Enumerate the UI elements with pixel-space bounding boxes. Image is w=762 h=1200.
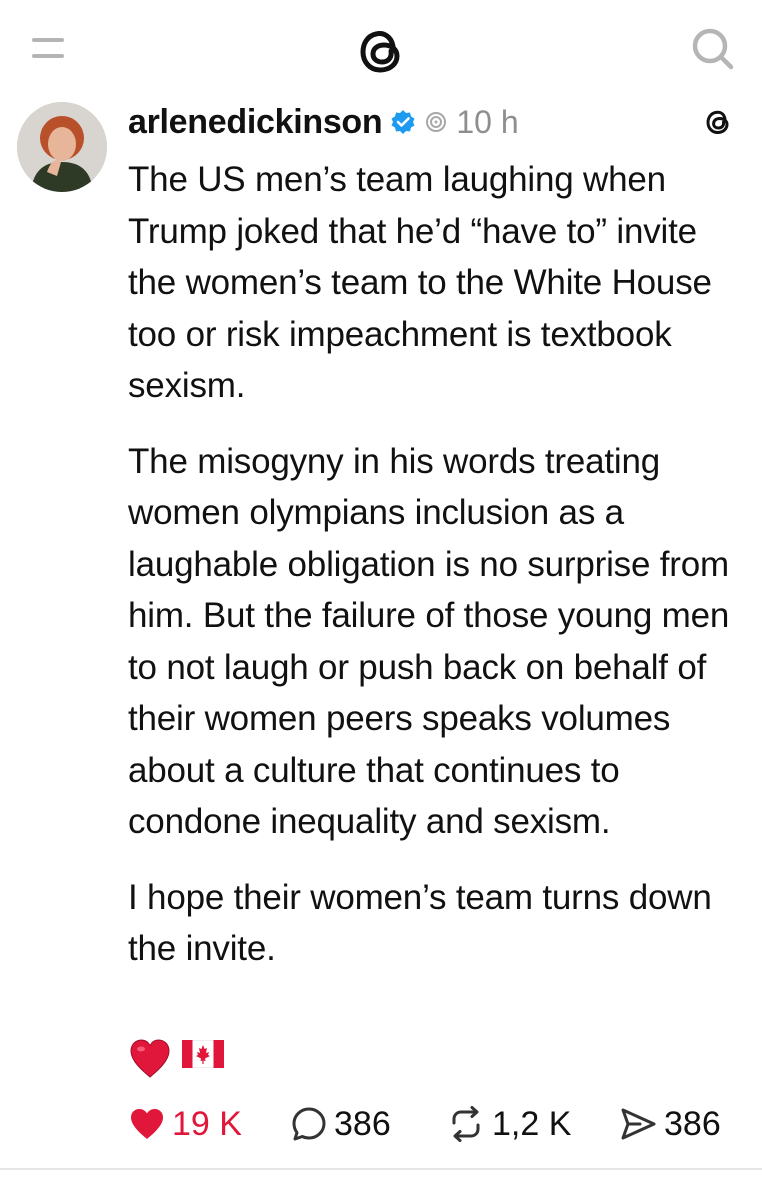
post-paragraph: The US men’s team laughing when Trump jo… — [128, 160, 712, 405]
top-bar — [0, 0, 762, 92]
username-link[interactable]: arlenedickinson — [128, 103, 383, 142]
avatar-photo — [17, 102, 107, 192]
post-header: arlenedickinson 10 h — [128, 100, 748, 144]
divider — [0, 1168, 762, 1170]
post-actions: 19 K 386 1,2 K 386 — [128, 1104, 738, 1144]
reply-count: 386 — [334, 1104, 391, 1143]
verified-badge-icon — [391, 110, 415, 134]
avatar[interactable] — [17, 102, 107, 192]
share-count: 386 — [664, 1104, 721, 1143]
emoji-row — [128, 1037, 224, 1079]
repost-button[interactable]: 1,2 K — [446, 1105, 571, 1144]
threads-logo-icon[interactable] — [352, 22, 410, 80]
post-timestamp: 10 h — [456, 103, 519, 140]
menu-icon[interactable] — [28, 34, 68, 62]
ai-info-icon[interactable] — [424, 110, 448, 134]
repost-icon — [452, 1106, 480, 1142]
comment-icon — [292, 1107, 326, 1141]
share-button[interactable]: 386 — [618, 1105, 721, 1144]
canada-flag-icon — [182, 1040, 224, 1068]
send-icon — [621, 1108, 656, 1140]
repost-count: 1,2 K — [492, 1104, 572, 1143]
like-button[interactable]: 19 K — [128, 1105, 242, 1144]
heart-emoji-icon — [130, 1039, 170, 1078]
post-paragraph: The misogyny in his words treating women… — [128, 441, 730, 842]
threads-logo-icon[interactable] — [702, 106, 734, 138]
post-body: The US men’s team laughing when Trump jo… — [128, 154, 748, 999]
heart-icon — [131, 1109, 163, 1139]
search-icon[interactable] — [688, 24, 736, 72]
like-count: 19 K — [172, 1104, 242, 1143]
post-paragraph: I hope their women’s team turns down the… — [128, 877, 712, 969]
reply-button[interactable]: 386 — [290, 1105, 391, 1144]
